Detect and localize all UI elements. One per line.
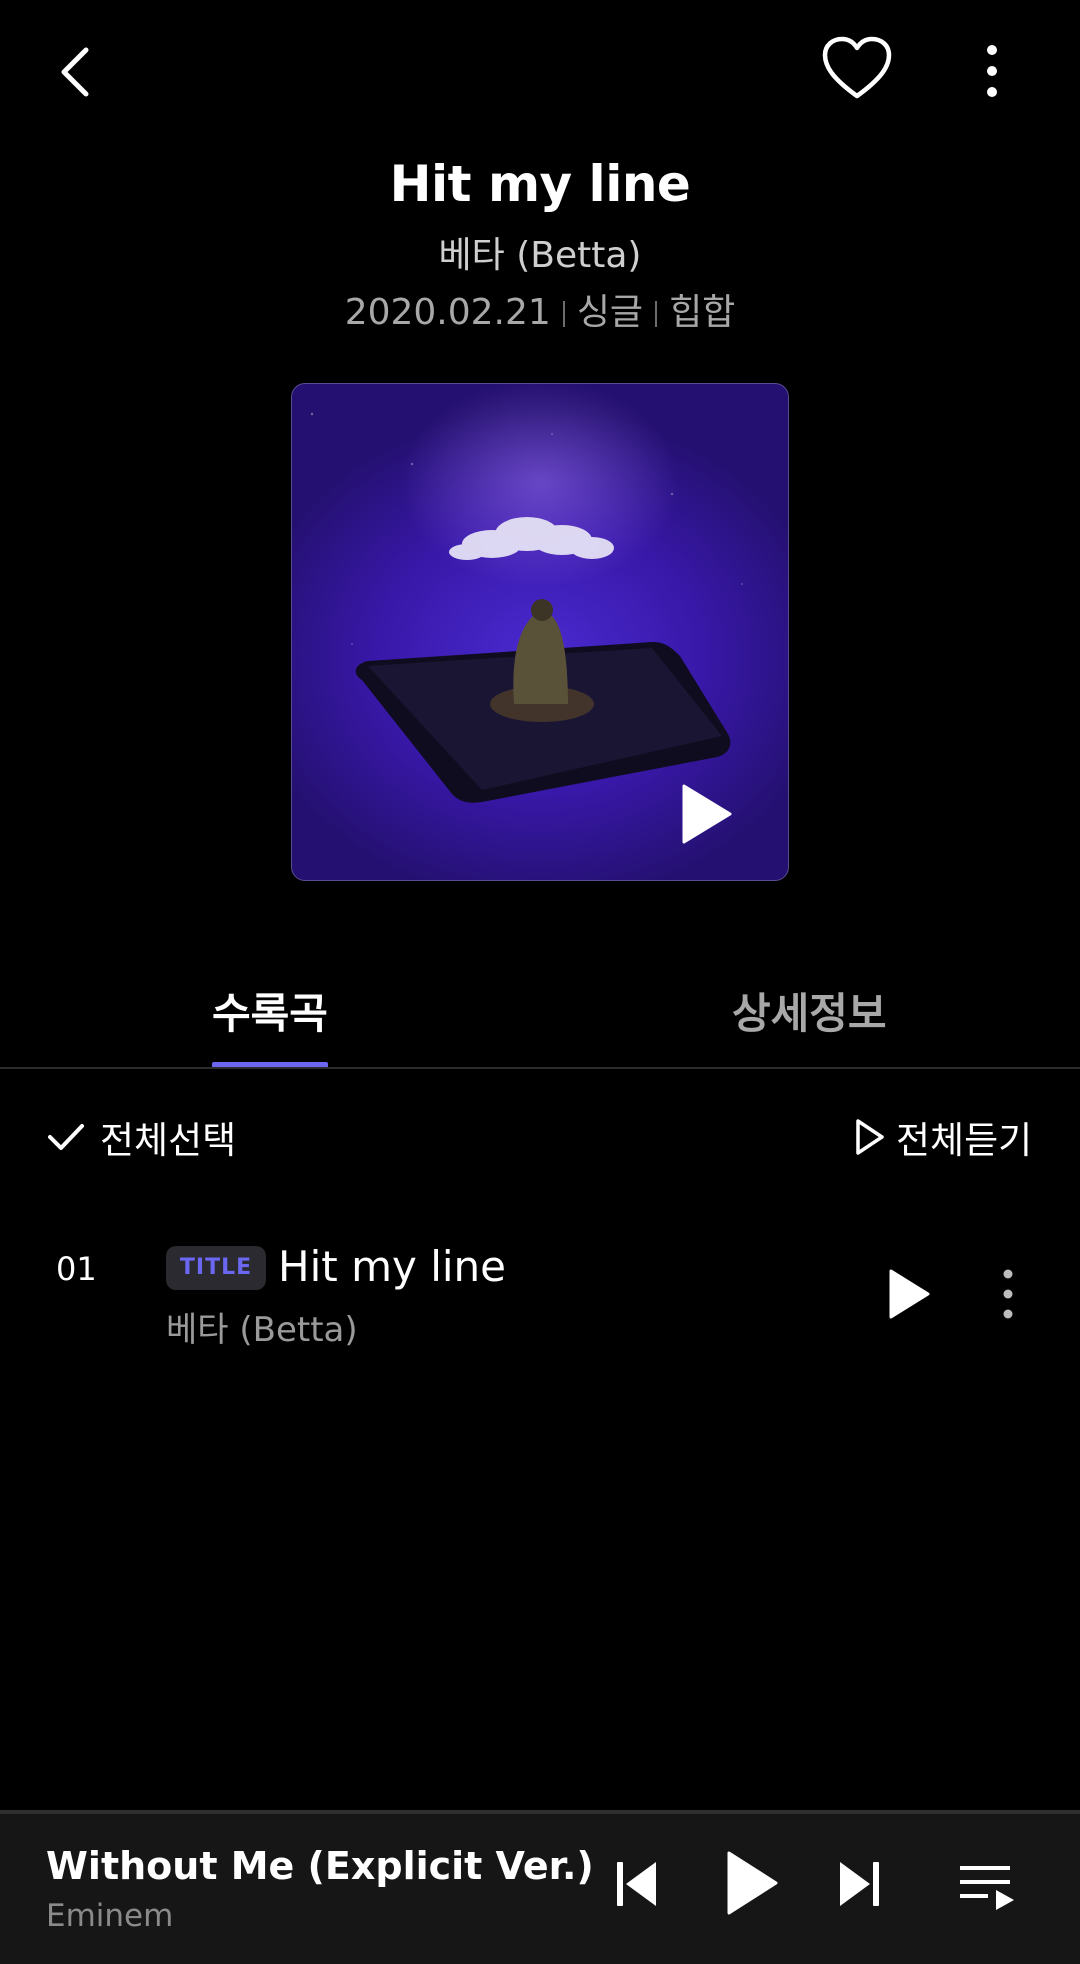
- album-cover[interactable]: [291, 383, 789, 881]
- play-all-label: 전체듣기: [896, 1119, 1033, 1162]
- vertical-dots-icon: [1003, 1269, 1013, 1319]
- album-artist[interactable]: 베타 (Betta): [0, 226, 1080, 278]
- play-button[interactable]: [724, 1850, 780, 1916]
- previous-button[interactable]: [614, 1858, 660, 1910]
- release-date: 2020.02.21: [344, 292, 551, 333]
- tab-tracks[interactable]: 수록곡: [212, 980, 328, 1041]
- chevron-left-icon: [61, 47, 89, 97]
- cover-play-button[interactable]: [678, 782, 734, 846]
- check-icon: [48, 1124, 84, 1150]
- more-options-button[interactable]: [972, 40, 1012, 104]
- album-genre: 힙합: [669, 292, 736, 333]
- select-all-label: 전체선택: [100, 1119, 237, 1162]
- now-playing-title: Without Me (Explicit Ver.): [46, 1844, 594, 1888]
- album-meta: 2020.02.21 싱글 힙합: [0, 283, 1080, 335]
- album-type: 싱글: [576, 292, 644, 333]
- skip-next-icon: [840, 1862, 879, 1906]
- back-button[interactable]: [48, 40, 104, 104]
- tab-details[interactable]: 상세정보: [732, 980, 887, 1041]
- tabs-divider: [0, 1067, 1080, 1069]
- meta-divider: [655, 301, 658, 327]
- next-button[interactable]: [836, 1858, 882, 1910]
- select-all-button[interactable]: 전체선택: [46, 1110, 236, 1164]
- play-icon: [889, 1269, 930, 1319]
- track-row[interactable]: 01 TITLE Hit my line 베타 (Betta): [0, 1230, 1080, 1350]
- playlist-button[interactable]: [958, 1860, 1016, 1910]
- track-more-button[interactable]: [988, 1266, 1028, 1322]
- album-title: Hit my line: [389, 155, 691, 213]
- play-all-button[interactable]: 전체듣기: [854, 1110, 1032, 1164]
- mini-player[interactable]: Without Me (Explicit Ver.) Eminem: [0, 1810, 1080, 1964]
- track-play-button[interactable]: [886, 1268, 932, 1320]
- meta-divider: [562, 301, 565, 327]
- queue-list-icon: [960, 1866, 1014, 1910]
- heart-outline-icon: [822, 36, 892, 99]
- now-playing-artist: Eminem: [46, 1898, 174, 1934]
- vertical-dots-icon: [987, 45, 997, 97]
- like-button[interactable]: [822, 36, 892, 102]
- track-number: 01: [56, 1250, 97, 1288]
- track-title: Hit my line: [278, 1242, 506, 1291]
- play-outline-icon: [856, 1119, 884, 1155]
- title-track-badge: TITLE: [166, 1246, 266, 1290]
- play-icon: [727, 1851, 778, 1915]
- track-artist: 베타 (Betta): [166, 1310, 358, 1350]
- skip-previous-icon: [617, 1862, 656, 1906]
- play-icon: [682, 784, 732, 844]
